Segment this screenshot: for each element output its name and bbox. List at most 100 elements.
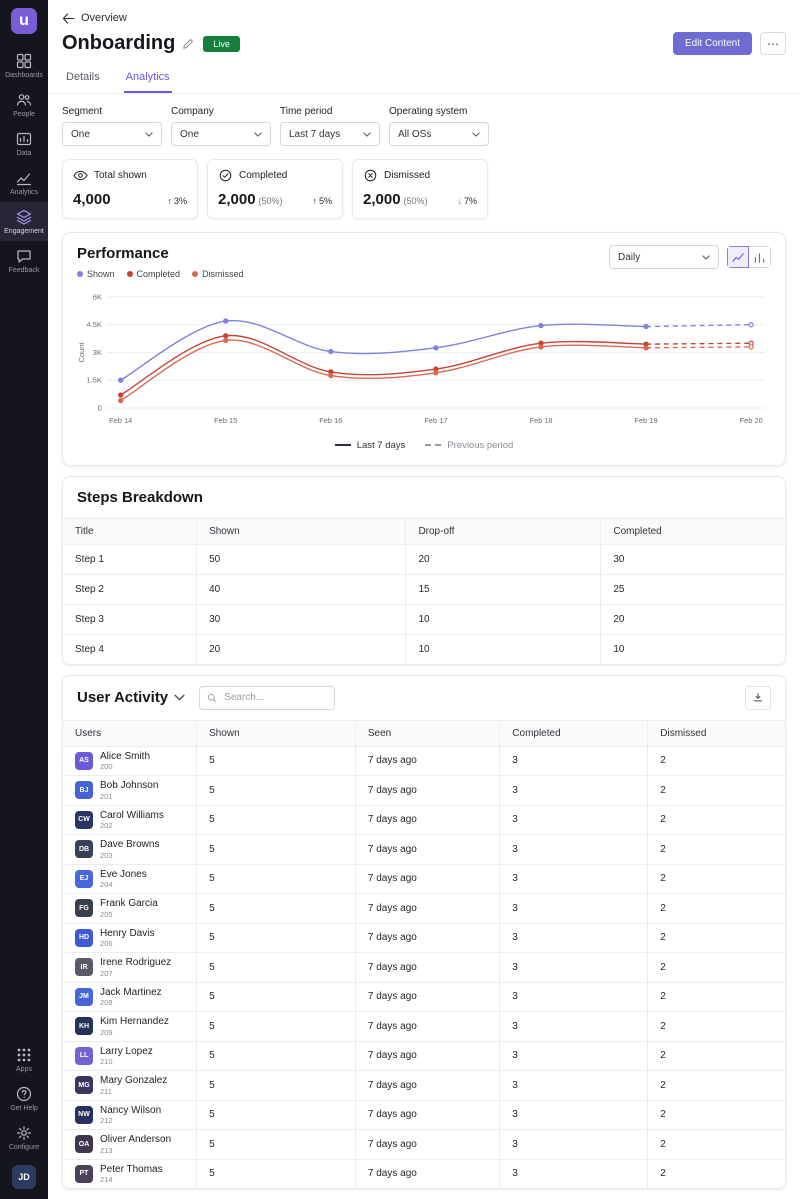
filter-select-segment[interactable]: One bbox=[62, 122, 162, 146]
user-avatar[interactable]: JD bbox=[12, 1165, 36, 1189]
stat-cards-row: Total shown 4,000 ↑ 3% Completed 2,000 (… bbox=[48, 159, 800, 232]
user-row[interactable]: IR Irene Rodriguez 207 5 7 days ago 3 2 bbox=[63, 953, 785, 983]
stat-sub: (50%) bbox=[259, 196, 283, 206]
more-options-button[interactable]: ⋯ bbox=[760, 32, 786, 55]
column-header-completed: Completed bbox=[601, 518, 785, 544]
download-icon bbox=[752, 691, 764, 704]
user-seen: 7 days ago bbox=[355, 953, 499, 983]
legend-label: Last 7 days bbox=[357, 440, 406, 451]
search-input[interactable] bbox=[222, 691, 327, 704]
chart-legend: Shown Completed Dismissed bbox=[77, 269, 244, 279]
svg-text:1.5K: 1.5K bbox=[87, 376, 102, 385]
tab-analytics[interactable]: Analytics bbox=[124, 67, 172, 93]
user-completed: 3 bbox=[500, 923, 648, 953]
user-name: Eve Jones bbox=[100, 869, 147, 881]
user-seen: 7 days ago bbox=[355, 835, 499, 865]
step-shown: 50 bbox=[197, 544, 406, 574]
filter-select-company[interactable]: One bbox=[171, 122, 271, 146]
sidebar-item-engagement[interactable]: Engagement bbox=[0, 202, 48, 241]
dashboards-icon bbox=[16, 53, 32, 69]
user-seen: 7 days ago bbox=[355, 923, 499, 953]
user-row[interactable]: PT Peter Thomas 214 5 7 days ago 3 2 bbox=[63, 1159, 785, 1188]
user-activity-card: User Activity UsersShownSeenCompletedDis… bbox=[62, 675, 786, 1190]
legend-label: Dismissed bbox=[202, 269, 244, 279]
sidebar-item-label: Data bbox=[17, 150, 32, 157]
user-row[interactable]: HD Henry Davis 206 5 7 days ago 3 2 bbox=[63, 923, 785, 953]
sidebar-item-feedback[interactable]: Feedback bbox=[0, 241, 48, 280]
step-shown: 30 bbox=[197, 604, 406, 634]
main-content: Overview Onboarding Live Edit Content ⋯ … bbox=[48, 0, 800, 1199]
user-completed: 3 bbox=[500, 835, 648, 865]
user-row[interactable]: DB Dave Browns 203 5 7 days ago 3 2 bbox=[63, 835, 785, 865]
download-button[interactable] bbox=[745, 686, 771, 710]
sidebar-item-get-help[interactable]: Get Help bbox=[0, 1079, 48, 1118]
sidebar-item-apps[interactable]: Apps bbox=[0, 1040, 48, 1079]
back-link[interactable]: Overview bbox=[81, 12, 127, 24]
edit-content-button[interactable]: Edit Content bbox=[673, 32, 752, 55]
user-row[interactable]: MG Mary Gonzalez 211 5 7 days ago 3 2 bbox=[63, 1071, 785, 1101]
line-chart-toggle[interactable] bbox=[727, 246, 749, 268]
sidebar-item-people[interactable]: People bbox=[0, 85, 48, 124]
user-dismissed: 2 bbox=[648, 1041, 785, 1071]
sidebar-item-label: People bbox=[13, 111, 35, 118]
user-id: 209 bbox=[100, 1028, 169, 1037]
user-cell: KH Kim Hernandez 209 bbox=[75, 1016, 184, 1037]
user-shown: 5 bbox=[197, 1159, 356, 1188]
user-row[interactable]: CW Carol Williams 202 5 7 days ago 3 2 bbox=[63, 805, 785, 835]
back-arrow-icon[interactable] bbox=[62, 13, 75, 24]
sidebar-item-configure[interactable]: Configure bbox=[0, 1118, 48, 1157]
user-shown: 5 bbox=[197, 1012, 356, 1042]
user-row[interactable]: AS Alice Smith 200 5 7 days ago 3 2 bbox=[63, 746, 785, 776]
edit-title-pencil-icon[interactable] bbox=[182, 38, 194, 50]
user-dismissed: 2 bbox=[648, 1159, 785, 1188]
user-name: Frank Garcia bbox=[100, 898, 158, 910]
stat-sub: (50%) bbox=[404, 196, 428, 206]
user-row[interactable]: NW Nancy Wilson 212 5 7 days ago 3 2 bbox=[63, 1100, 785, 1130]
chart-footer-legend-item: Previous period bbox=[425, 440, 513, 451]
user-name: Carol Williams bbox=[100, 810, 164, 822]
stat-label: Completed bbox=[239, 170, 287, 181]
user-id: 200 bbox=[100, 762, 150, 771]
user-seen: 7 days ago bbox=[355, 1041, 499, 1071]
user-row[interactable]: BJ Bob Johnson 201 5 7 days ago 3 2 bbox=[63, 776, 785, 806]
user-row[interactable]: LL Larry Lopez 210 5 7 days ago 3 2 bbox=[63, 1041, 785, 1071]
sidebar-item-dashboards[interactable]: Dashboards bbox=[0, 46, 48, 85]
user-shown: 5 bbox=[197, 864, 356, 894]
user-row[interactable]: KH Kim Hernandez 209 5 7 days ago 3 2 bbox=[63, 1012, 785, 1042]
legend-dot bbox=[192, 271, 198, 277]
user-completed: 3 bbox=[500, 1159, 648, 1188]
svg-text:4.5K: 4.5K bbox=[87, 320, 102, 329]
bar-chart-toggle[interactable] bbox=[749, 246, 771, 268]
performance-chart: 01.5K3K4.5K6KCountFeb 14Feb 15Feb 16Feb … bbox=[77, 289, 771, 438]
column-header-users: Users bbox=[63, 720, 197, 746]
user-cell: PT Peter Thomas 214 bbox=[75, 1164, 184, 1185]
engagement-icon bbox=[16, 209, 32, 225]
step-title: Step 1 bbox=[63, 544, 197, 574]
filter-select-time-period[interactable]: Last 7 days bbox=[280, 122, 380, 146]
user-row[interactable]: OA Oliver Anderson 213 5 7 days ago 3 2 bbox=[63, 1130, 785, 1160]
user-dismissed: 2 bbox=[648, 864, 785, 894]
filter-select-operating-system[interactable]: All OSs bbox=[389, 122, 489, 146]
sidebar-bottom: Apps Get Help Configure JD bbox=[0, 1040, 48, 1189]
chevron-down-icon[interactable] bbox=[174, 694, 185, 701]
svg-text:Feb 20: Feb 20 bbox=[740, 416, 763, 425]
user-dismissed: 2 bbox=[648, 894, 785, 924]
stat-label: Dismissed bbox=[384, 170, 430, 181]
user-row[interactable]: FG Frank Garcia 205 5 7 days ago 3 2 bbox=[63, 894, 785, 924]
filter-select-value: Last 7 days bbox=[289, 129, 340, 140]
user-name: Peter Thomas bbox=[100, 1164, 163, 1176]
chart-legend-item: Dismissed bbox=[192, 269, 244, 279]
user-name: Henry Davis bbox=[100, 928, 154, 940]
app-root: u Dashboards People Data Analytics Engag… bbox=[0, 0, 800, 1199]
user-row[interactable]: JM Jack Martinez 208 5 7 days ago 3 2 bbox=[63, 982, 785, 1012]
granularity-select[interactable]: Daily bbox=[609, 245, 719, 269]
svg-text:3K: 3K bbox=[93, 348, 102, 357]
app-logo[interactable]: u bbox=[11, 8, 37, 34]
filter-select-value: One bbox=[180, 129, 199, 140]
sidebar-item-data[interactable]: Data bbox=[0, 124, 48, 163]
legend-dot bbox=[77, 271, 83, 277]
tab-details[interactable]: Details bbox=[64, 67, 102, 93]
step-completed: 10 bbox=[601, 634, 785, 664]
user-row[interactable]: EJ Eve Jones 204 5 7 days ago 3 2 bbox=[63, 864, 785, 894]
sidebar-item-analytics[interactable]: Analytics bbox=[0, 163, 48, 202]
